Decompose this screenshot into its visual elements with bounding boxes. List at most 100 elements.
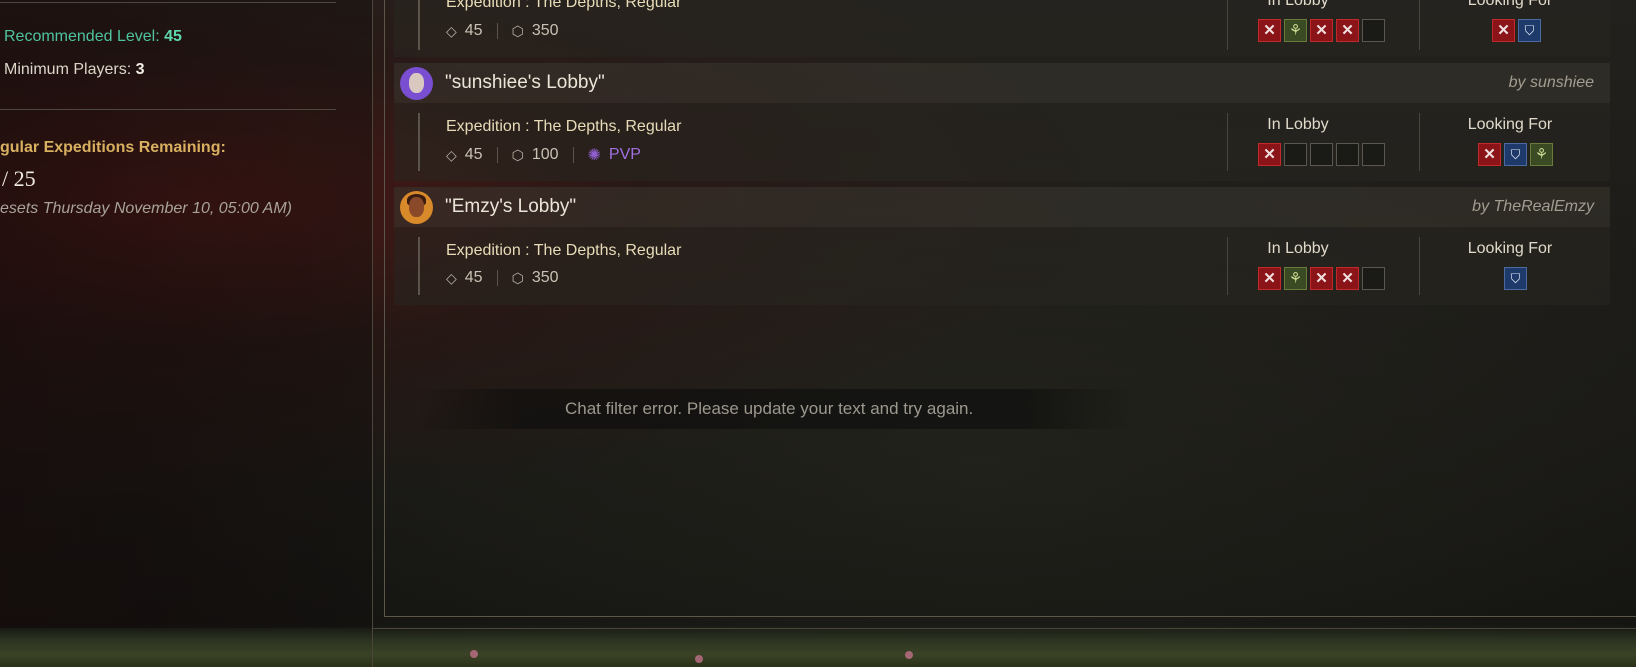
expeditions-remaining-count: / 25 bbox=[2, 166, 36, 191]
empty-slot bbox=[1362, 19, 1385, 42]
crossed-swords-icon: ✕ bbox=[1341, 270, 1354, 287]
lobby-name: "sunshiee's Lobby" bbox=[445, 72, 605, 93]
expedition-name: Expedition : The Depths, Regular bbox=[446, 0, 682, 11]
role-slot-tank: ⛉ bbox=[1504, 267, 1527, 290]
lobby-header[interactable]: "Emzy's Lobby" by TheRealEmzy bbox=[394, 187, 1610, 227]
role-slot-dps: ✕ bbox=[1258, 143, 1281, 166]
minimum-players-label: Minimum Players: bbox=[4, 61, 136, 78]
separator bbox=[496, 147, 498, 163]
gear-score-icon: ⬡ bbox=[511, 269, 524, 286]
gear-score-icon: ⬡ bbox=[511, 146, 524, 163]
crossed-swords-icon: ✕ bbox=[1483, 146, 1496, 163]
shield-icon: ⛉ bbox=[1510, 147, 1521, 162]
looking-for-slots: ⛉ bbox=[1504, 267, 1527, 290]
flower-decoration bbox=[470, 650, 478, 658]
healer-icon: ⚘ bbox=[1534, 146, 1549, 163]
avatar bbox=[400, 67, 433, 100]
avatar-face bbox=[409, 73, 424, 93]
in-lobby-slots: ✕ bbox=[1258, 143, 1385, 166]
looking-for-label: Looking For bbox=[1467, 240, 1553, 257]
ground-foliage bbox=[0, 625, 1636, 667]
expedition-info-panel: Recommended Level: 45 Minimum Players: 3… bbox=[0, 0, 372, 628]
gear-score-value: 350 bbox=[531, 22, 559, 39]
divider bbox=[418, 237, 420, 295]
shield-icon: ⛉ bbox=[1510, 271, 1521, 286]
recommended-level-value: 45 bbox=[164, 28, 182, 45]
lobby-name: "Emzy's Lobby" bbox=[445, 196, 577, 217]
role-slot-dps: ✕ bbox=[1478, 143, 1501, 166]
divider bbox=[418, 0, 420, 50]
empty-slot bbox=[1336, 143, 1359, 166]
in-lobby-label: In Lobby bbox=[1267, 240, 1329, 257]
healer-icon: ⚘ bbox=[1288, 270, 1303, 287]
lobby-card[interactable]: Expedition : The Depths, Regular ◇ 45 ⬡ … bbox=[394, 0, 1610, 57]
crossed-swords-icon: ✕ bbox=[1315, 270, 1328, 287]
recommended-level-label: Recommended Level: bbox=[4, 28, 165, 45]
separator bbox=[572, 147, 574, 163]
role-slot-dps: ✕ bbox=[1310, 267, 1333, 290]
separator bbox=[496, 270, 498, 286]
expedition-name: Expedition : The Depths, Regular bbox=[446, 118, 682, 135]
lobby-meta: ◇ 45 ⬡ 350 bbox=[446, 269, 559, 287]
column-separator bbox=[1419, 237, 1420, 295]
lobby-header[interactable]: "sunshiee's Lobby" by sunshiee bbox=[394, 63, 1610, 103]
divider bbox=[0, 2, 336, 3]
in-lobby-label: In Lobby bbox=[1267, 116, 1329, 133]
lobby-meta: ◇ 45 ⬡ 350 bbox=[446, 22, 559, 40]
empty-slot bbox=[1310, 143, 1333, 166]
healer-icon: ⚘ bbox=[1288, 22, 1303, 39]
crossed-swords-icon: ✕ bbox=[1341, 22, 1354, 39]
level-value: 45 bbox=[464, 22, 483, 39]
frame-divider bbox=[372, 628, 1636, 629]
lobby-meta: ◇ 45 ⬡ 100 ✺ PVP bbox=[446, 145, 641, 165]
lobby-owner: by sunshiee bbox=[1508, 74, 1594, 91]
role-slot-heal: ⚘ bbox=[1284, 267, 1307, 290]
gear-score-value: 100 bbox=[531, 146, 559, 163]
expedition-name: Expedition : The Depths, Regular bbox=[446, 242, 682, 259]
minimum-players: Minimum Players: 3 bbox=[4, 61, 144, 79]
reset-time: esets Thursday November 10, 05:00 AM) bbox=[0, 200, 292, 217]
crossed-swords-icon: ✕ bbox=[1263, 146, 1276, 163]
diamond-icon: ◇ bbox=[446, 269, 457, 286]
lobby-card[interactable]: Expedition : The Depths, Regular ◇ 45 ⬡ … bbox=[394, 103, 1610, 181]
role-slot-dps: ✕ bbox=[1258, 19, 1281, 42]
looking-for-slots: ✕ ⛉ ⚘ bbox=[1478, 143, 1553, 166]
role-slot-dps: ✕ bbox=[1336, 267, 1359, 290]
chat-filter-toast: Chat filter error. Please update your te… bbox=[415, 389, 1135, 429]
divider bbox=[0, 109, 336, 110]
divider bbox=[418, 113, 420, 171]
role-slot-tank: ⛉ bbox=[1518, 19, 1541, 42]
shield-icon: ⛉ bbox=[1524, 23, 1535, 38]
in-lobby-slots: ✕ ⚘ ✕ ✕ bbox=[1258, 267, 1385, 290]
in-lobby-slots: ✕ ⚘ ✕ ✕ bbox=[1258, 19, 1385, 42]
toast-message: Chat filter error. Please update your te… bbox=[565, 399, 974, 418]
pvp-icon: ✺ bbox=[587, 147, 601, 164]
crossed-swords-icon: ✕ bbox=[1263, 270, 1276, 287]
crossed-swords-icon: ✕ bbox=[1315, 22, 1328, 39]
avatar-face bbox=[409, 197, 424, 217]
gear-score-icon: ⬡ bbox=[511, 22, 524, 39]
looking-for-label: Looking For bbox=[1467, 116, 1553, 133]
empty-slot bbox=[1362, 267, 1385, 290]
diamond-icon: ◇ bbox=[446, 22, 457, 39]
empty-slot bbox=[1362, 143, 1385, 166]
separator bbox=[496, 23, 498, 39]
role-slot-dps: ✕ bbox=[1258, 267, 1281, 290]
role-slot-dps: ✕ bbox=[1336, 19, 1359, 42]
level-value: 45 bbox=[464, 146, 483, 163]
column-separator bbox=[1419, 0, 1420, 50]
diamond-icon: ◇ bbox=[446, 146, 457, 163]
level-value: 45 bbox=[464, 269, 483, 286]
crossed-swords-icon: ✕ bbox=[1263, 22, 1276, 39]
role-slot-dps: ✕ bbox=[1310, 19, 1333, 42]
role-slot-heal: ⚘ bbox=[1530, 143, 1553, 166]
lobby-owner: by TheRealEmzy bbox=[1472, 198, 1594, 215]
looking-for-label: Looking For bbox=[1467, 0, 1553, 9]
recommended-level: Recommended Level: 45 bbox=[4, 28, 182, 46]
gear-score-value: 350 bbox=[531, 269, 559, 286]
expeditions-remaining-title: gular Expeditions Remaining: bbox=[0, 139, 226, 156]
lobby-card[interactable]: Expedition : The Depths, Regular ◇ 45 ⬡ … bbox=[394, 227, 1610, 305]
crossed-swords-icon: ✕ bbox=[1497, 22, 1510, 39]
role-slot-tank: ⛉ bbox=[1504, 143, 1527, 166]
looking-for-slots: ✕ ⛉ bbox=[1492, 19, 1541, 42]
